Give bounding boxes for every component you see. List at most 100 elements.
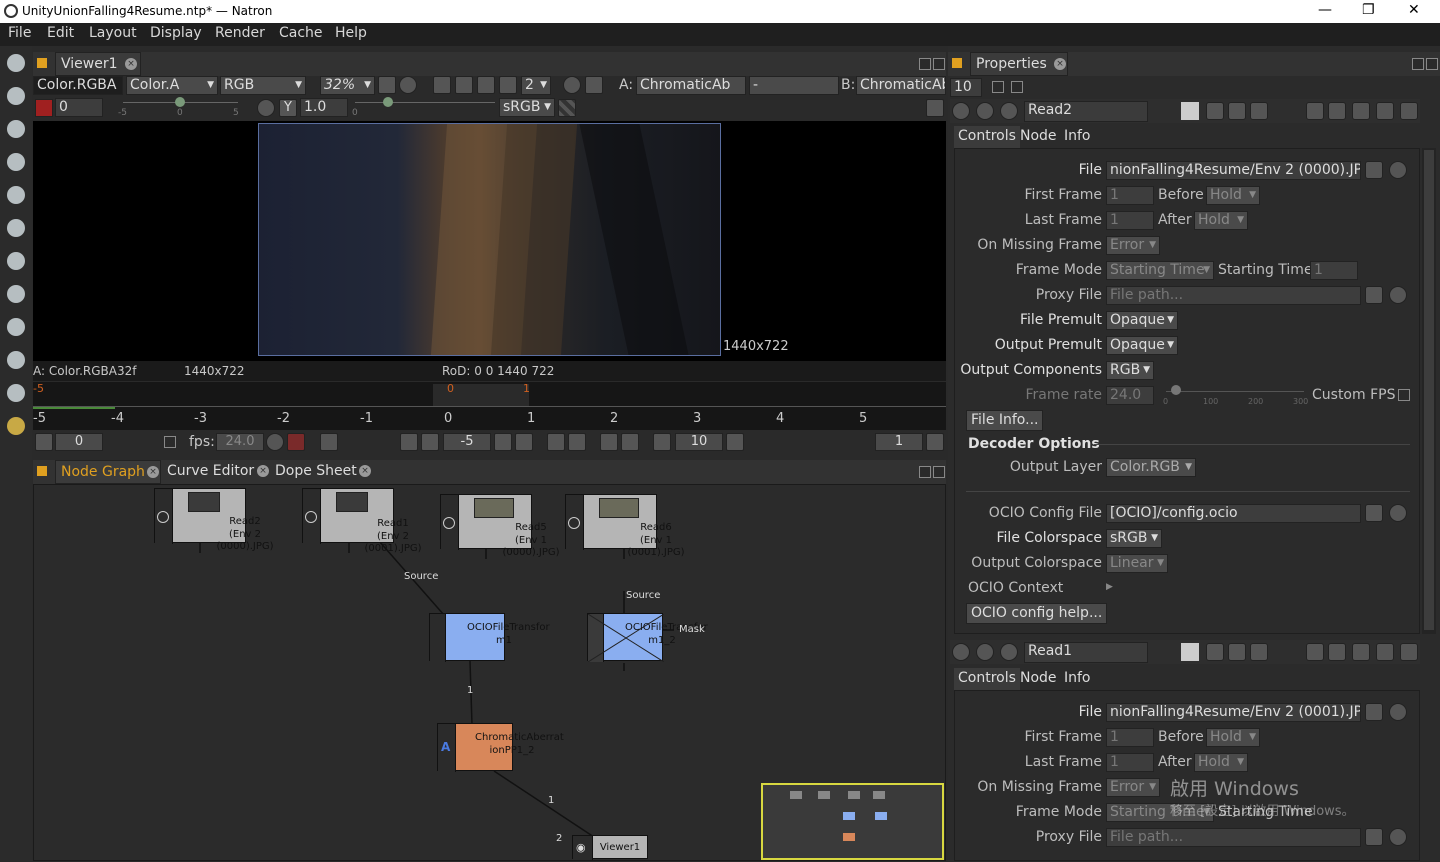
center-node-icon[interactable] (952, 643, 970, 661)
merge-tool-icon[interactable] (7, 318, 25, 336)
increment-field[interactable]: 10 (675, 433, 723, 451)
zoom-select[interactable]: 32% ▼ (320, 76, 375, 95)
close-pane-icon[interactable] (1426, 58, 1438, 70)
node-read5[interactable]: Read5 (Env 1 (0000).JPG) (440, 494, 560, 558)
gamma-slider-handle[interactable] (383, 97, 393, 107)
tab-dope-sheet[interactable]: Dope Sheet × (271, 460, 371, 484)
go-last-icon[interactable] (515, 433, 533, 451)
undo-icon[interactable] (1206, 102, 1224, 120)
reload-icon[interactable] (1389, 161, 1407, 179)
keyer-tool-icon[interactable] (7, 219, 25, 237)
node-chromatic-aberration[interactable]: A ChromaticAberrat ionPP1_2 (437, 723, 564, 772)
node-read1[interactable]: Read1 (Env 2 (0001).JPG) (302, 488, 422, 554)
node-graph-canvas[interactable]: Read2 (Env 2 (0000).JPG) Read1 (Env 2 (0… (33, 484, 946, 861)
range-end-icon[interactable] (926, 433, 944, 451)
viewer-canvas[interactable]: 1440x722 (33, 121, 946, 361)
last-frame-field[interactable]: 1 (1106, 753, 1154, 772)
close-panel-icon[interactable] (1400, 102, 1418, 120)
folder-icon[interactable] (1365, 161, 1383, 179)
channel-tool-icon[interactable] (7, 120, 25, 138)
pane-menu-icon[interactable] (952, 58, 962, 68)
clip-warning-icon[interactable] (35, 99, 53, 117)
checkerboard-icon[interactable] (558, 99, 576, 117)
range-icon[interactable] (35, 433, 53, 451)
color-tool-icon[interactable] (7, 153, 25, 171)
first-frame-field[interactable]: 1 (1106, 728, 1154, 747)
settings-icon[interactable] (976, 102, 994, 120)
restore-defaults-icon[interactable] (1250, 643, 1268, 661)
tab-controls[interactable]: Controls (954, 668, 1020, 690)
hide-panel-icon[interactable] (1328, 643, 1346, 661)
float-pane-icon[interactable] (919, 58, 931, 70)
after-select[interactable]: Hold ▼ (1194, 753, 1248, 772)
center-node-icon[interactable] (952, 102, 970, 120)
split-icon[interactable] (499, 76, 517, 94)
node-read6[interactable]: Read6 (Env 1 (0001).JPG) (565, 494, 685, 558)
gain-slider-handle[interactable] (175, 97, 185, 107)
reload-icon[interactable] (1389, 703, 1407, 721)
close-icon[interactable]: × (125, 58, 137, 70)
views-tool-icon[interactable] (7, 351, 25, 369)
frame-rate-slider-handle[interactable] (1171, 385, 1181, 395)
file-colorspace-select[interactable]: sRGB ▼ (1106, 529, 1162, 548)
minimize-button[interactable]: — (1318, 2, 1332, 18)
tab-node-graph[interactable]: Node Graph × (55, 460, 161, 484)
layer-select[interactable]: Color.RGBA (33, 76, 123, 95)
minimize-icon[interactable] (1352, 102, 1370, 120)
file-field[interactable]: nionFalling4Resume/Env 2 (0001).JPG (1106, 703, 1361, 722)
folder-icon[interactable] (1365, 828, 1383, 846)
tab-viewer1[interactable]: Viewer1 × (55, 52, 141, 76)
operation-select[interactable]: - (749, 76, 839, 95)
gain-field[interactable]: 0 (55, 98, 103, 117)
frame-mode-select[interactable]: Starting Time ▼ (1106, 261, 1214, 280)
graph-navigator[interactable] (761, 783, 944, 860)
next-increment-icon[interactable] (621, 433, 639, 451)
menu-edit[interactable]: Edit (47, 25, 74, 41)
menu-cache[interactable]: Cache (279, 25, 323, 41)
next-keyframe-icon[interactable] (568, 433, 586, 451)
turbo-icon[interactable] (266, 433, 284, 451)
close-panel-icon[interactable] (1400, 643, 1418, 661)
node-read2[interactable]: Read2 (Env 2 (0000).JPG) (154, 488, 274, 552)
add-icon[interactable] (1000, 102, 1018, 120)
close-icon[interactable]: × (1054, 58, 1066, 70)
file-field[interactable]: nionFalling4Resume/Env 2 (0000).JPG (1106, 161, 1361, 180)
crosshair-icon[interactable] (399, 76, 417, 94)
restore-defaults-icon[interactable] (1250, 102, 1268, 120)
missing-frame-select[interactable]: Error ▼ (1106, 778, 1160, 797)
float-icon[interactable] (1376, 643, 1394, 661)
reload-icon[interactable] (1389, 828, 1407, 846)
hide-panel-icon[interactable] (1328, 102, 1346, 120)
float-pane-icon[interactable] (1412, 58, 1424, 70)
before-select[interactable]: Hold ▼ (1206, 186, 1260, 205)
filter-tool-icon[interactable] (7, 186, 25, 204)
alpha-select[interactable]: Color.A ▼ (126, 76, 218, 95)
tab-controls[interactable]: Controls (954, 126, 1020, 148)
lock-icon[interactable] (378, 76, 396, 94)
play-icon[interactable] (305, 511, 317, 523)
ocio-config-field[interactable]: [OCIO]/config.ocio (1106, 504, 1361, 523)
forward-icon[interactable] (726, 433, 744, 451)
file-premult-select[interactable]: Opaque ▼ (1106, 311, 1178, 330)
tab-info[interactable]: Info (1062, 126, 1093, 146)
input-b-select[interactable]: ChromaticAb (856, 76, 946, 95)
output-premult-select[interactable]: Opaque ▼ (1106, 336, 1178, 355)
prev-frame-icon[interactable] (421, 433, 439, 451)
contrast-icon[interactable] (257, 99, 275, 117)
output-colorspace-select[interactable]: Linear ▼ (1106, 554, 1168, 573)
tab-properties[interactable]: Properties × (970, 52, 1068, 76)
gamma-toggle[interactable]: Y (279, 99, 297, 117)
current-frame-field[interactable]: 1 (875, 433, 923, 451)
max-panels-field[interactable]: 10 (950, 78, 982, 97)
in-marker[interactable]: 0 (447, 382, 454, 395)
play-icon[interactable] (157, 511, 169, 523)
color-picker-icon[interactable] (926, 99, 944, 117)
float-icon[interactable] (1376, 102, 1394, 120)
expand-arrow-icon[interactable]: ▶ (1106, 582, 1113, 592)
lock-icon[interactable] (320, 433, 338, 451)
folder-icon[interactable] (1365, 504, 1383, 522)
reload-icon[interactable] (1389, 504, 1407, 522)
frame-rate-slider[interactable] (1166, 391, 1304, 392)
tab-node[interactable]: Node (1018, 126, 1059, 146)
help-icon[interactable] (1306, 102, 1324, 120)
